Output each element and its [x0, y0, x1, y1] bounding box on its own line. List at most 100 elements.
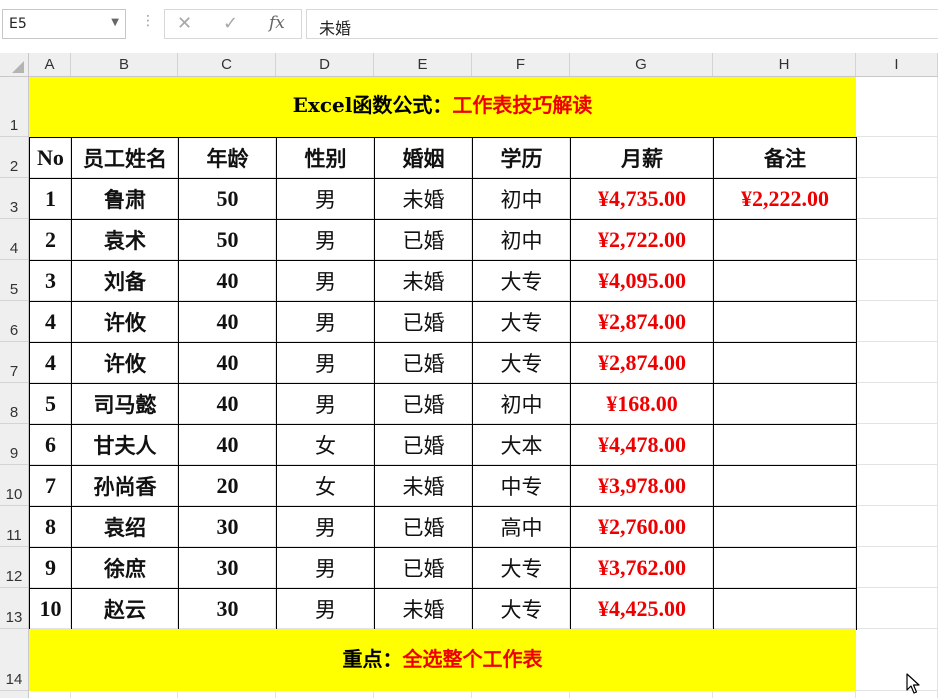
column-header-a[interactable]: A: [29, 53, 71, 76]
column-header-d[interactable]: D: [276, 53, 374, 76]
table-cell[interactable]: 50: [178, 219, 277, 261]
title-banner[interactable]: Excel函数公式：工作表技巧解读: [29, 77, 856, 137]
table-cell[interactable]: 大专: [472, 301, 571, 343]
table-cell[interactable]: 大专: [472, 588, 571, 630]
table-cell[interactable]: 许攸: [71, 301, 179, 343]
table-cell[interactable]: 袁术: [71, 219, 179, 261]
table-cell[interactable]: [713, 260, 857, 302]
table-cell[interactable]: 初中: [472, 383, 571, 425]
table-cell[interactable]: ¥2,222.00: [713, 178, 857, 220]
header-cell[interactable]: 月薪: [570, 137, 714, 179]
table-cell[interactable]: 甘夫人: [71, 424, 179, 466]
table-cell[interactable]: ¥2,722.00: [570, 219, 714, 261]
table-cell[interactable]: 6: [29, 424, 72, 466]
table-cell[interactable]: 5: [29, 383, 72, 425]
column-header-f[interactable]: F: [472, 53, 570, 76]
name-box[interactable]: E5 ▼: [2, 9, 126, 39]
table-cell[interactable]: 男: [276, 506, 375, 548]
table-cell[interactable]: ¥3,762.00: [570, 547, 714, 589]
column-header-h[interactable]: H: [713, 53, 856, 76]
row-header-1[interactable]: 1: [0, 77, 28, 137]
table-cell[interactable]: [713, 301, 857, 343]
table-cell[interactable]: ¥4,735.00: [570, 178, 714, 220]
table-cell[interactable]: 未婚: [374, 260, 473, 302]
insert-function-icon[interactable]: fx: [269, 13, 285, 33]
row-header-12[interactable]: 12: [0, 547, 28, 588]
table-cell[interactable]: 孙尚香: [71, 465, 179, 507]
table-cell[interactable]: 30: [178, 506, 277, 548]
table-cell[interactable]: 徐庶: [71, 547, 179, 589]
formula-input[interactable]: 未婚: [306, 9, 938, 39]
table-cell[interactable]: 8: [29, 506, 72, 548]
header-cell[interactable]: 婚姻: [374, 137, 473, 179]
bottom-banner[interactable]: 重点：全选整个工作表: [29, 629, 856, 691]
column-header-c[interactable]: C: [178, 53, 276, 76]
row-header-7[interactable]: 7: [0, 342, 28, 383]
more-options-icon[interactable]: ⋮: [141, 13, 155, 29]
table-cell[interactable]: 1: [29, 178, 72, 220]
table-cell[interactable]: 已婚: [374, 301, 473, 343]
table-cell[interactable]: 女: [276, 424, 375, 466]
row-header-3[interactable]: 3: [0, 178, 28, 219]
enter-icon[interactable]: ✓: [223, 13, 238, 34]
table-cell[interactable]: 未婚: [374, 588, 473, 630]
table-cell[interactable]: 2: [29, 219, 72, 261]
table-cell[interactable]: [713, 547, 857, 589]
table-cell[interactable]: 3: [29, 260, 72, 302]
row-header-8[interactable]: 8: [0, 383, 28, 424]
table-cell[interactable]: [713, 588, 857, 630]
table-cell[interactable]: 男: [276, 342, 375, 384]
table-cell[interactable]: 已婚: [374, 383, 473, 425]
table-cell[interactable]: ¥2,874.00: [570, 342, 714, 384]
table-cell[interactable]: 已婚: [374, 424, 473, 466]
table-cell[interactable]: 赵云: [71, 588, 179, 630]
row-header-13[interactable]: 13: [0, 588, 28, 629]
table-cell[interactable]: 刘备: [71, 260, 179, 302]
row-header-14[interactable]: 14: [0, 629, 28, 691]
table-cell[interactable]: 50: [178, 178, 277, 220]
table-cell[interactable]: 司马懿: [71, 383, 179, 425]
table-cell[interactable]: 男: [276, 219, 375, 261]
table-cell[interactable]: 已婚: [374, 506, 473, 548]
select-all-button[interactable]: [0, 53, 29, 76]
table-cell[interactable]: 40: [178, 260, 277, 302]
table-cell[interactable]: ¥4,425.00: [570, 588, 714, 630]
header-cell[interactable]: 性别: [276, 137, 375, 179]
header-cell[interactable]: 备注: [713, 137, 857, 179]
row-header-6[interactable]: 6: [0, 301, 28, 342]
table-cell[interactable]: 男: [276, 301, 375, 343]
table-cell[interactable]: 20: [178, 465, 277, 507]
cell-area[interactable]: Excel函数公式：工作表技巧解读 No 员工姓名 年龄 性别 婚姻 学历 月薪 备注 1 鲁肃 5…: [29, 77, 938, 698]
table-cell[interactable]: 中专: [472, 465, 571, 507]
table-cell[interactable]: 许攸: [71, 342, 179, 384]
table-cell[interactable]: 40: [178, 301, 277, 343]
table-cell[interactable]: 初中: [472, 178, 571, 220]
table-cell[interactable]: 大专: [472, 342, 571, 384]
table-cell[interactable]: 男: [276, 178, 375, 220]
column-header-g[interactable]: G: [570, 53, 713, 76]
header-cell[interactable]: No: [29, 137, 72, 179]
table-cell[interactable]: 大专: [472, 260, 571, 302]
table-cell[interactable]: 30: [178, 588, 277, 630]
table-cell[interactable]: 40: [178, 424, 277, 466]
table-cell[interactable]: 鲁肃: [71, 178, 179, 220]
table-cell[interactable]: 大本: [472, 424, 571, 466]
table-cell[interactable]: 已婚: [374, 342, 473, 384]
column-header-i[interactable]: I: [856, 53, 938, 76]
table-cell[interactable]: ¥2,760.00: [570, 506, 714, 548]
table-cell[interactable]: 已婚: [374, 219, 473, 261]
table-cell[interactable]: 大专: [472, 547, 571, 589]
row-header-4[interactable]: 4: [0, 219, 28, 260]
table-cell[interactable]: ¥3,978.00: [570, 465, 714, 507]
column-header-b[interactable]: B: [71, 53, 178, 76]
table-cell[interactable]: 10: [29, 588, 72, 630]
table-cell[interactable]: [713, 424, 857, 466]
row-header-2[interactable]: 2: [0, 137, 28, 178]
header-cell[interactable]: 学历: [472, 137, 571, 179]
table-cell[interactable]: 男: [276, 547, 375, 589]
table-cell[interactable]: [713, 219, 857, 261]
table-cell[interactable]: ¥168.00: [570, 383, 714, 425]
table-cell[interactable]: ¥2,874.00: [570, 301, 714, 343]
table-cell[interactable]: [713, 506, 857, 548]
table-cell[interactable]: 男: [276, 260, 375, 302]
